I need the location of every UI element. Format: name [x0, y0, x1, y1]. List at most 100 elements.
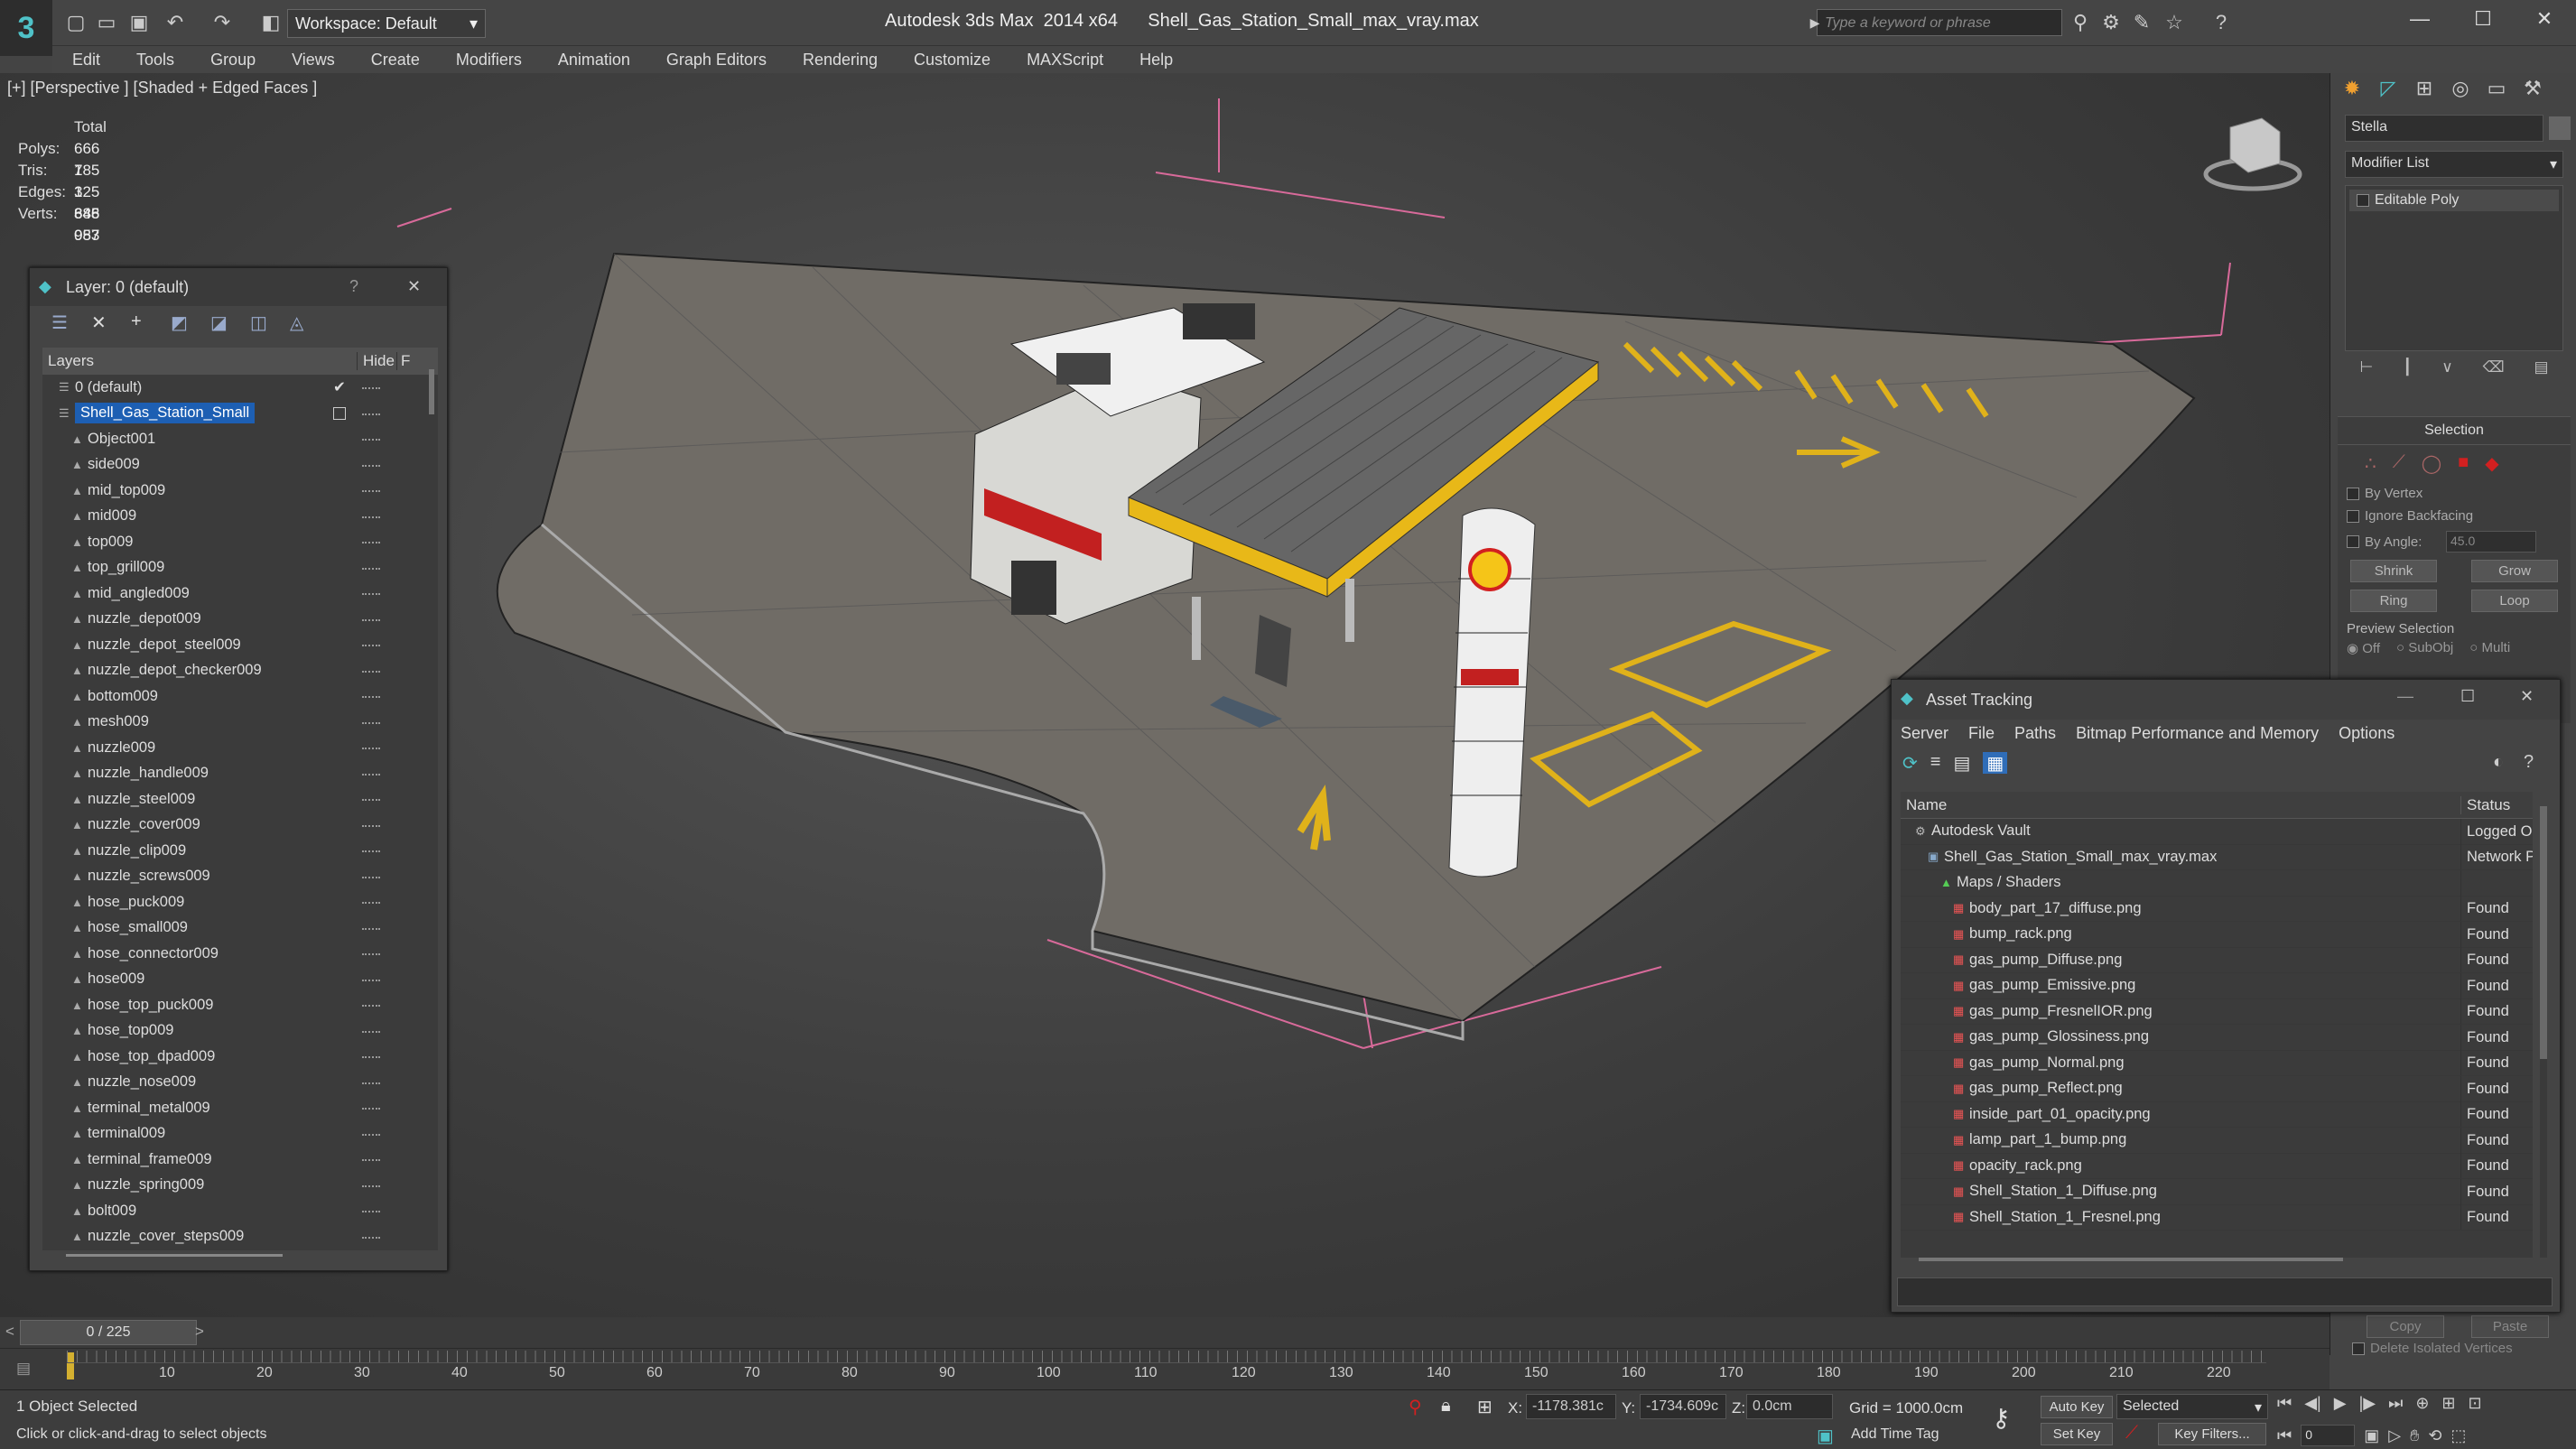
hierarchy-tab-icon[interactable]: ⊞: [2410, 77, 2439, 106]
time-tag-icon[interactable]: ▣: [1817, 1425, 1834, 1447]
object-row[interactable]: ▲ hose009: [42, 967, 438, 993]
layer-hscrollbar[interactable]: [66, 1254, 283, 1257]
zoom-extents-icon[interactable]: ⊡: [2469, 1394, 2482, 1419]
undo-icon[interactable]: ↶: [163, 10, 188, 35]
object-row[interactable]: ▲ hose_puck009: [42, 889, 438, 915]
asset-row[interactable]: ▦ Shell_Station_1_Diffuse.png Found: [1901, 1178, 2533, 1205]
vault-login-icon[interactable]: ◐: [2493, 752, 2504, 773]
preview-subobj-radio[interactable]: ○ SubObj: [2396, 640, 2453, 656]
go-to-end-icon[interactable]: ⏭: [2388, 1394, 2403, 1419]
create-tab-icon[interactable]: ✹: [2338, 77, 2367, 106]
make-unique-icon[interactable]: ∨: [2441, 358, 2452, 384]
display-tab-icon[interactable]: ▭: [2482, 77, 2511, 106]
prev-frame-icon[interactable]: <: [5, 1323, 14, 1341]
asset-menu-paths[interactable]: Paths: [2014, 724, 2056, 743]
object-row[interactable]: ▲ top009: [42, 529, 438, 555]
set-active-box[interactable]: [333, 406, 346, 420]
paste-button[interactable]: Paste: [2471, 1315, 2549, 1338]
menu-views[interactable]: Views: [274, 46, 353, 73]
layer-panel-header[interactable]: ◆ Layer: 0 (default) ? ✕: [30, 268, 447, 306]
layer-row[interactable]: ☰ Shell_Gas_Station_Small: [42, 401, 438, 427]
element-mode-icon[interactable]: ◆: [2485, 452, 2498, 475]
delete-isolated-option[interactable]: Delete Isolated Vertices: [2352, 1341, 2513, 1356]
table-view-icon[interactable]: ▦: [1983, 752, 2008, 774]
asset-row[interactable]: ⚙ Autodesk Vault Logged Ou: [1901, 818, 2533, 845]
y-coordinate-field[interactable]: -1734.609c: [1640, 1394, 1726, 1419]
column-status[interactable]: Status: [2460, 795, 2510, 814]
by-angle-option[interactable]: By Angle: 45.0: [2338, 527, 2571, 556]
communication-icon[interactable]: ✎: [2129, 10, 2154, 35]
hide-toggle[interactable]: [362, 645, 380, 648]
asset-row[interactable]: ▦ inside_part_01_opacity.png Found: [1901, 1101, 2533, 1128]
asset-row[interactable]: ▦ Shell_Station_1_Fresnel.png Found: [1901, 1204, 2533, 1231]
asset-menu-bitmap[interactable]: Bitmap Performance and Memory: [2076, 724, 2319, 743]
object-row[interactable]: ▲ hose_top009: [42, 1018, 438, 1045]
object-row[interactable]: ▲ mid_top009: [42, 478, 438, 504]
stack-toggle[interactable]: [2357, 193, 2369, 207]
hide-all-icon[interactable]: ◫: [250, 311, 274, 335]
hide-toggle[interactable]: [362, 876, 380, 880]
app-logo-icon[interactable]: 3: [0, 0, 52, 56]
redo-icon[interactable]: ↷: [209, 10, 235, 35]
object-row[interactable]: ▲ nuzzle_clip009: [42, 838, 438, 864]
object-row[interactable]: ▲ nuzzle_screws009: [42, 864, 438, 890]
asset-row[interactable]: ▦ gas_pump_Glossiness.png Found: [1901, 1024, 2533, 1051]
zoom-all-icon[interactable]: ⊞: [2441, 1394, 2455, 1419]
active-layer-check-icon[interactable]: ✔: [333, 378, 346, 396]
shrink-button[interactable]: Shrink: [2350, 560, 2437, 582]
object-name-field[interactable]: Stella: [2345, 115, 2543, 142]
frame-counter[interactable]: 0 / 225: [20, 1320, 197, 1345]
create-layer-icon[interactable]: ☰: [51, 311, 75, 335]
hide-toggle[interactable]: [362, 1211, 380, 1214]
hide-toggle[interactable]: [362, 439, 380, 442]
hide-toggle[interactable]: [362, 618, 380, 623]
menu-customize[interactable]: Customize: [896, 46, 1009, 73]
hide-toggle[interactable]: [362, 1159, 380, 1163]
asset-row[interactable]: ▦ gas_pump_Emissive.png Found: [1901, 972, 2533, 999]
asset-row[interactable]: ▦ gas_pump_Normal.png Found: [1901, 1050, 2533, 1076]
object-color-swatch[interactable]: [2549, 116, 2571, 140]
add-time-tag-button[interactable]: Add Time Tag: [1851, 1426, 1939, 1443]
hide-toggle[interactable]: [362, 1184, 380, 1189]
configure-sets-icon[interactable]: ▤: [2534, 358, 2549, 384]
curve-editor-icon[interactable]: ▤: [16, 1360, 31, 1378]
hide-toggle[interactable]: [362, 1056, 380, 1060]
hide-toggle[interactable]: [362, 413, 380, 417]
hide-toggle[interactable]: [362, 1108, 380, 1111]
menu-edit[interactable]: Edit: [52, 46, 118, 73]
hide-toggle[interactable]: [362, 387, 380, 391]
show-end-result-icon[interactable]: ┃: [2403, 358, 2412, 384]
asset-row[interactable]: ▦ bump_rack.png Found: [1901, 921, 2533, 948]
view-cube[interactable]: [2203, 117, 2302, 191]
hide-toggle[interactable]: [362, 670, 380, 674]
fov-icon[interactable]: ▷: [2388, 1426, 2401, 1445]
polygon-mode-icon[interactable]: ■: [2458, 452, 2469, 475]
zoom-icon[interactable]: ⊕: [2415, 1394, 2429, 1419]
object-row[interactable]: ▲ nuzzle_cover009: [42, 813, 438, 839]
grow-button[interactable]: Grow: [2471, 560, 2558, 582]
stack-item[interactable]: Editable Poly: [2349, 190, 2559, 211]
object-row[interactable]: ▲ nuzzle009: [42, 735, 438, 761]
object-row[interactable]: ▲ Object001: [42, 426, 438, 452]
set-key-icon[interactable]: ⟋: [2125, 1423, 2138, 1444]
modify-tab-icon[interactable]: ◸: [2374, 77, 2403, 106]
minimize-button[interactable]: —: [2402, 7, 2438, 34]
freeze-all-icon[interactable]: ◬: [290, 311, 313, 335]
asset-path-field[interactable]: [1897, 1277, 2553, 1306]
go-to-start-icon[interactable]: ⏮: [2277, 1394, 2292, 1419]
subscription-icon[interactable]: ⚙: [2098, 10, 2124, 35]
angle-spinner[interactable]: 45.0: [2446, 531, 2536, 553]
ignore-backfacing-option[interactable]: Ignore Backfacing: [2338, 505, 2571, 527]
hide-toggle[interactable]: [362, 490, 380, 494]
orbit-icon[interactable]: ⟲: [2428, 1426, 2441, 1445]
workspace-dropdown[interactable]: Workspace: Default ▾: [287, 9, 486, 38]
help-icon[interactable]: ?: [2209, 10, 2234, 35]
hide-toggle[interactable]: [362, 542, 380, 545]
object-row[interactable]: ▲ side009: [42, 452, 438, 478]
hide-toggle[interactable]: [362, 516, 380, 520]
by-vertex-checkbox[interactable]: [2347, 488, 2359, 501]
ring-button[interactable]: Ring: [2350, 590, 2437, 612]
menu-animation[interactable]: Animation: [540, 46, 648, 73]
hide-toggle[interactable]: [362, 1005, 380, 1008]
maximize-button[interactable]: ☐: [2465, 7, 2501, 34]
